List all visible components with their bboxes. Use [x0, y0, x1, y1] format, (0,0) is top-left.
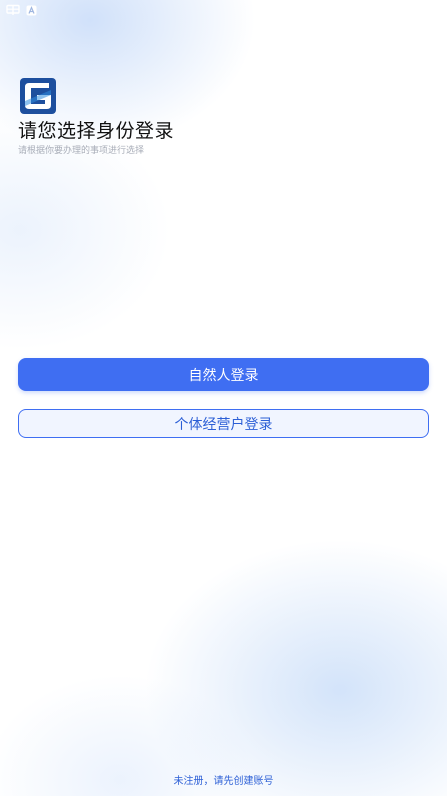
a-badge-icon	[26, 5, 37, 15]
individual-business-login-label: 个体经营户登录	[174, 416, 273, 433]
carrier-icon	[6, 4, 20, 15]
status-bar	[6, 2, 37, 18]
register-link[interactable]: 未注册，请先创建账号	[0, 772, 447, 787]
natural-person-login-button[interactable]: 自然人登录	[18, 358, 429, 391]
page-subtitle: 请根据你要办理的事项进行选择	[18, 146, 145, 156]
page-title: 请您选择身份登录	[18, 120, 175, 142]
natural-person-login-label: 自然人登录	[188, 367, 259, 384]
individual-business-login-button[interactable]: 个体经营户登录	[18, 409, 429, 438]
g-logo-icon	[20, 78, 56, 114]
